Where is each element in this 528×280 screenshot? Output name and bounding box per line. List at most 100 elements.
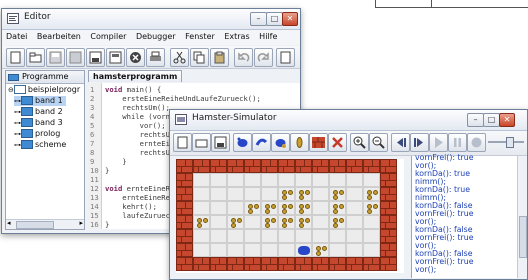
wall-tile	[295, 159, 312, 173]
wall-tile	[329, 257, 346, 271]
programme-tab[interactable]: Programme	[6, 71, 84, 84]
undo-icon	[238, 52, 250, 62]
floor-tile	[346, 229, 363, 243]
wall-button[interactable]	[309, 133, 328, 152]
speed-slider[interactable]	[488, 137, 524, 148]
wall-tile	[210, 257, 227, 271]
paste-button[interactable]	[210, 48, 229, 67]
save-button[interactable]	[46, 48, 65, 67]
stop-button[interactable]	[467, 133, 486, 152]
simulator-app-icon	[175, 114, 187, 125]
pause-button[interactable]	[448, 133, 467, 152]
grain-icon	[282, 209, 287, 214]
grain-icon	[333, 195, 338, 200]
minimize-button[interactable]: –	[250, 12, 267, 26]
hamster-grain-button[interactable]	[271, 133, 290, 152]
tree-item-scheme[interactable]: ⊶ scheme	[14, 140, 66, 150]
grain-icon	[282, 195, 287, 200]
open-territory-button[interactable]	[192, 133, 211, 152]
delete-button[interactable]	[328, 133, 347, 152]
menu-hilfe[interactable]: Hilfe	[255, 30, 280, 41]
editor-title: Editor	[24, 12, 51, 22]
new-territory-button[interactable]	[173, 133, 192, 152]
hamster-turn-button[interactable]	[252, 133, 271, 152]
wall-tile	[244, 257, 261, 271]
tree-item-band-2[interactable]: ⊶ band 2	[14, 107, 63, 117]
floor-tile	[261, 201, 278, 215]
redo-button[interactable]	[254, 48, 273, 67]
floor-tile	[312, 215, 329, 229]
cut-button[interactable]	[170, 48, 189, 67]
print-preview-icon	[109, 51, 122, 64]
copy-button[interactable]	[190, 48, 209, 67]
save-territory-button[interactable]	[211, 133, 230, 152]
open-territory-icon	[195, 139, 208, 148]
grain-icon	[339, 204, 344, 209]
editor-menubar: Datei Bearbeiten Compiler Debugger Fenst…	[2, 30, 300, 45]
grain-icon	[316, 251, 321, 256]
menu-compiler[interactable]: Compiler	[86, 30, 129, 41]
zoom-in-button[interactable]	[350, 133, 369, 152]
scroll-left-icon[interactable]: ◂	[7, 219, 11, 227]
wall-tile	[329, 159, 346, 173]
scissors-icon	[173, 51, 186, 64]
zoom-out-button[interactable]	[369, 133, 388, 152]
delete-icon	[332, 137, 343, 148]
editor-app-icon	[7, 13, 19, 24]
scroll-right-icon[interactable]: ▸	[79, 219, 83, 227]
floor-tile	[210, 187, 227, 201]
grain-icon	[296, 137, 303, 148]
console-scrollbar[interactable]	[517, 156, 527, 278]
close-file-button[interactable]	[126, 48, 145, 67]
folder-icon	[21, 140, 33, 149]
open-button[interactable]	[26, 48, 45, 67]
grain-icon	[333, 223, 338, 228]
save-as-button[interactable]	[86, 48, 105, 67]
line-number: 16	[90, 220, 99, 229]
hamster-new-button[interactable]	[233, 133, 252, 152]
new-file-button[interactable]	[6, 48, 25, 67]
close-button[interactable]: ✕	[282, 12, 298, 26]
line-number: 12	[90, 184, 99, 193]
floor-tile	[295, 201, 312, 215]
grain-button[interactable]	[290, 133, 309, 152]
undo-button[interactable]	[234, 48, 253, 67]
save-all-button[interactable]	[66, 48, 85, 67]
save-icon	[49, 51, 62, 64]
run-button[interactable]	[429, 133, 448, 152]
step-back-button[interactable]	[391, 133, 410, 152]
menu-bearbeiten[interactable]: Bearbeiten	[33, 30, 84, 41]
compile-button[interactable]	[276, 48, 295, 67]
wall-tile	[312, 159, 329, 173]
menu-fenster[interactable]: Fenster	[181, 30, 218, 41]
tab-hamsterprogramm[interactable]: hamsterprogramm	[88, 70, 183, 82]
simulator-minimize-button[interactable]: –	[467, 113, 484, 127]
simulator-maximize-button[interactable]: □	[483, 113, 500, 127]
line-number: 6	[90, 130, 95, 139]
print-button[interactable]	[146, 48, 165, 67]
floor-tile	[363, 173, 380, 187]
grain-icon	[339, 190, 344, 195]
simulator-close-button[interactable]: ✕	[499, 113, 515, 127]
floor-tile	[363, 229, 380, 243]
tree-item-band-1[interactable]: ⊶ band 1	[14, 96, 66, 106]
grain-icon	[203, 218, 208, 223]
console-output: vornFrei(): true vor(); kornDa(): true nimm…	[411, 153, 518, 278]
maximize-button[interactable]: □	[266, 12, 283, 26]
floor-tile	[244, 243, 261, 257]
territory-grid[interactable]	[176, 159, 404, 273]
print-preview-button[interactable]	[106, 48, 125, 67]
step-forward-button[interactable]	[410, 133, 429, 152]
floor-tile	[278, 229, 295, 243]
line-number: 2	[90, 94, 95, 103]
tree-horizontal-scrollbar[interactable]: ◂ ▸	[6, 219, 84, 229]
code-text: ersteEineReiheUndLaufeZurueck();	[105, 94, 261, 103]
speed-slider-thumb[interactable]	[506, 137, 514, 148]
tree-item-prolog[interactable]: ⊶ prolog	[14, 129, 60, 139]
tree-item-band-3[interactable]: ⊶ band 3	[14, 118, 63, 128]
menu-datei[interactable]: Datei	[2, 30, 30, 41]
menu-extras[interactable]: Extras	[220, 30, 252, 41]
line-number: 9	[90, 157, 95, 166]
menu-debugger[interactable]: Debugger	[132, 30, 179, 41]
tree-item-beispielprogramme[interactable]: ⊖ beispielprogr	[8, 85, 80, 95]
